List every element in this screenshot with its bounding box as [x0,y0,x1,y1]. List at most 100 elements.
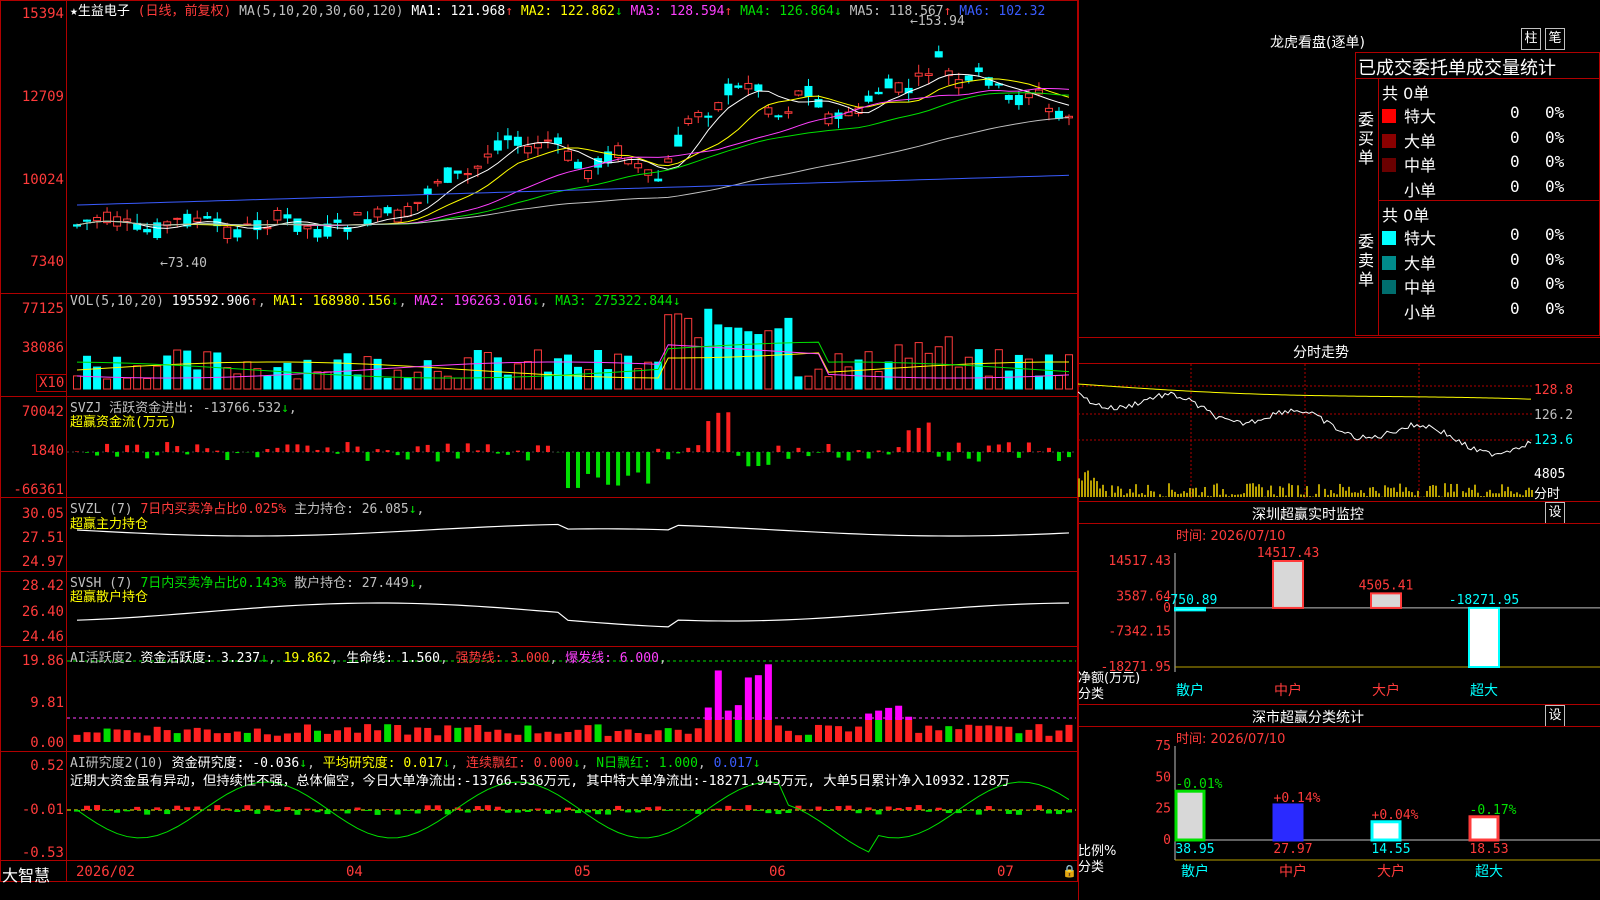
monitor-settings-button[interactable]: 设 [1545,502,1565,524]
intraday-vol-bar [1456,483,1458,497]
high-price-label: ←153.94 [910,14,965,29]
volume-bar [373,358,382,390]
fund-flow-bar [766,452,771,465]
fund-flow-bar [816,452,821,453]
research-bar [1045,810,1052,814]
intraday-vol-bar [1105,491,1107,497]
fund-flow-bar [495,452,500,454]
volume-bar [784,317,793,390]
kline-candle [353,212,362,216]
fund-flow-bar [395,452,400,456]
fund-flow-bar [696,445,701,452]
volume-bar [774,328,783,390]
monitor-bar [1370,592,1402,609]
fund-flow-bar [1006,442,1011,452]
volume-bar [113,356,122,390]
active-bar [233,731,241,742]
monitor-bar [1272,560,1304,609]
class-y-label: 50 [1155,770,1171,785]
class-value-label: 14.55 [1371,842,1410,857]
monitor-y-label: 14517.43 [1108,554,1171,569]
volume-bar [193,369,202,390]
intraday-vol-bar [1483,496,1485,497]
research-line [76,781,1070,853]
research-bar [925,810,932,812]
active-bar [554,733,562,742]
intraday-vol-bar [1120,488,1122,497]
kline-candle [483,153,492,158]
buy-row-1: 大单 0 0% [1382,128,1600,152]
volume-header: VOL(5,10,20) 195592.906↑, MA1: 168980.15… [70,294,681,309]
sell-order-label: 委卖单 [1358,232,1375,289]
volume-bar [463,357,472,390]
intraday-chart[interactable] [1078,364,1600,499]
kline-candle [283,214,292,219]
order-count: 0 [1510,103,1520,122]
intraday-vol-bar [1402,491,1404,497]
order-type: 大单 [1404,131,1437,151]
brand-label[interactable]: 大智慧 [2,862,50,886]
bar-mode-button[interactable]: 柱 [1521,28,1541,50]
order-pct: 0% [1545,152,1565,171]
class-value-label: 38.95 [1175,842,1214,857]
intraday-vol-bar [1198,495,1200,497]
intraday-vol-bar [1255,486,1257,497]
intraday-vol-bar [1387,487,1389,497]
intraday-vol-bar [1180,493,1182,497]
active-bar [93,732,101,742]
kline-candle [914,72,923,77]
class-settings-button[interactable]: 设 [1545,705,1565,727]
research-bar [534,808,541,810]
volume-bar [253,368,262,390]
fund-flow-bar [1066,452,1071,458]
active-bar [764,720,772,742]
fund-flow-bar [565,452,570,489]
class-change-label: +0.14% [1274,791,1321,806]
intraday-vol-bar [1171,489,1173,497]
sell-row-2: 中单 0 0% [1382,274,1600,298]
active-bar [935,730,943,742]
fund-flow-bar [736,452,741,456]
fund-flow-bar [686,447,691,452]
fund-flow-bar [1046,447,1051,452]
kline-candle [1024,93,1033,99]
period-label[interactable]: (日线，前复权) [138,4,232,19]
kline-candle [393,209,402,223]
vol-unit-label[interactable]: X10 [36,374,68,392]
fund-flow-bar [626,452,631,476]
lock-icon[interactable]: 🔒 [1062,864,1077,878]
fund-flow-bar [836,452,841,458]
intraday-vol-bar [1159,494,1161,497]
fund-flow-bar [445,443,450,452]
research-bar [234,810,241,812]
monitor-category-label: 大户 [1372,682,1400,699]
kline-candle [964,75,973,81]
class-y-label: 0 [1163,833,1171,848]
fund-flow-bar [275,447,280,452]
active-bar [324,733,332,742]
fund-flow-bar [896,447,901,452]
active-bar [263,734,271,742]
kline-candle [413,201,422,205]
active-bar [965,724,973,742]
intraday-vol-bar [1243,493,1245,497]
research-bar [404,810,411,811]
main-y-label: 15394 [21,6,64,22]
main-hold-line [76,523,1070,537]
active-bar [103,728,111,742]
svzj-y-label: 1840 [30,443,64,459]
active-bar [283,733,291,742]
kline-canvas[interactable] [0,0,1078,882]
ma-line-6 [76,174,1070,206]
stock-name[interactable]: ★生益电子 [70,4,130,19]
intraday-vol-bar [1177,494,1179,497]
pen-mode-button[interactable]: 笔 [1545,28,1565,50]
order-pct: 0% [1545,274,1565,293]
kline-candle [463,172,472,176]
order-count: 0 [1510,176,1520,196]
intraday-vol-bar [1267,490,1269,497]
intraday-vol-bar [1144,494,1146,497]
intraday-vol-bar [1429,485,1431,497]
active-bar [524,725,532,742]
fund-flow-bar [606,452,611,485]
